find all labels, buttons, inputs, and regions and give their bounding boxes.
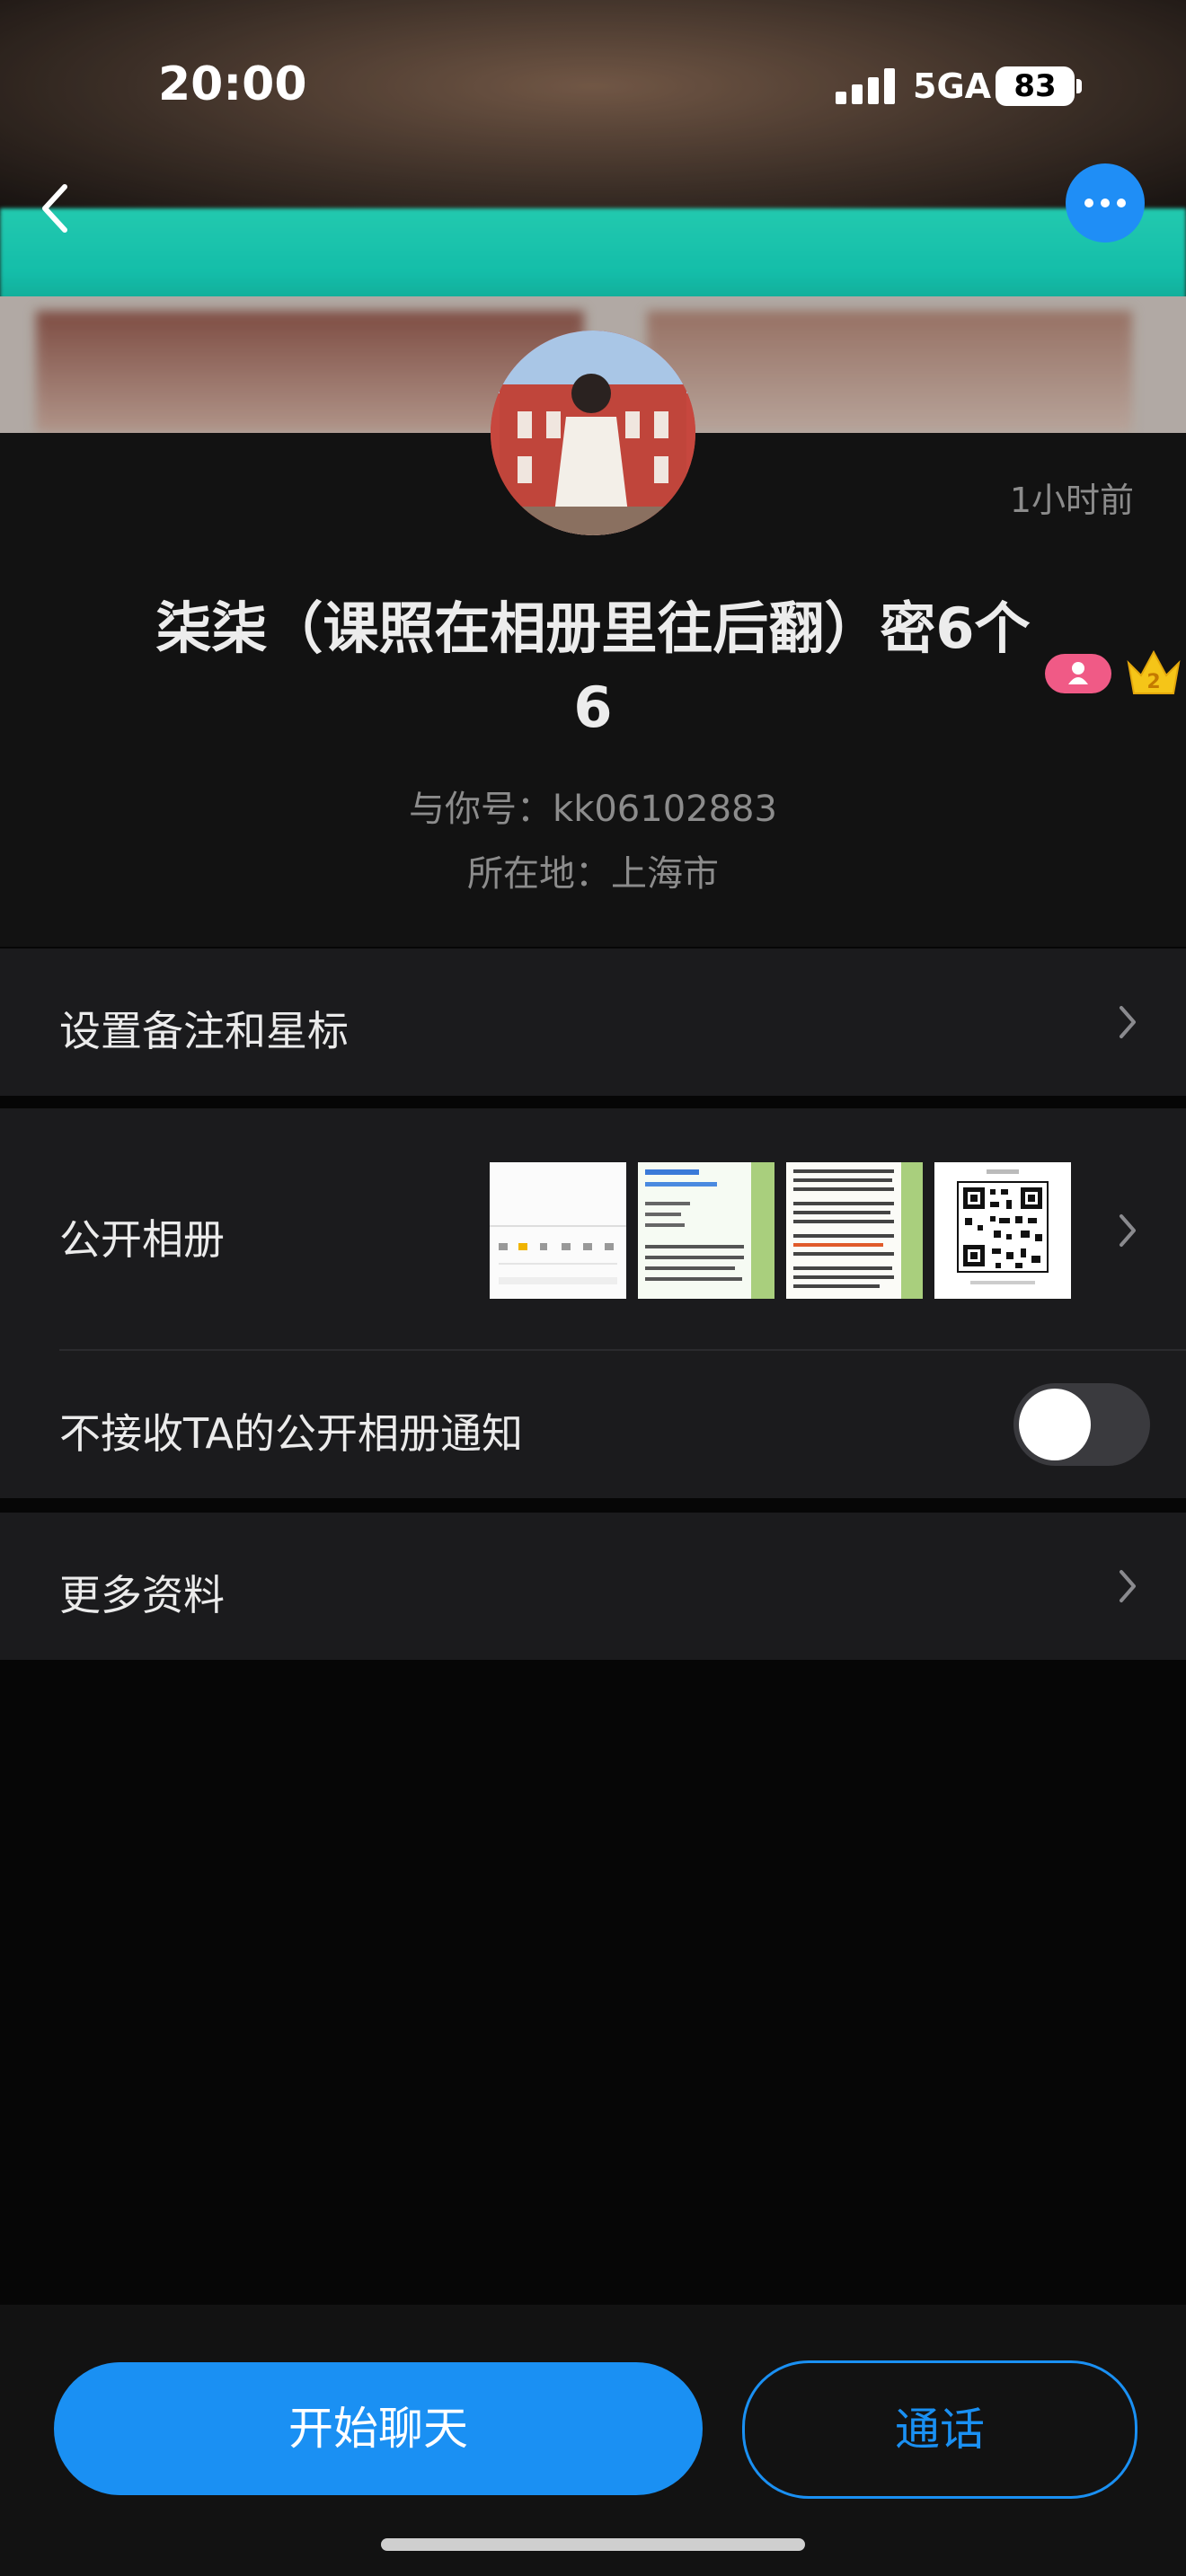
crown-level: 2 — [1146, 671, 1160, 693]
toggle-knob — [1019, 1389, 1091, 1460]
crown-icon[interactable]: 2 — [1125, 645, 1182, 699]
album-notify-toggle[interactable] — [1013, 1383, 1150, 1466]
status-time: 20:00 — [158, 57, 307, 111]
chevron-right-icon — [1120, 1006, 1136, 1038]
start-chat-button[interactable]: 开始聊天 — [54, 2362, 703, 2495]
album-thumbnail[interactable] — [934, 1162, 1071, 1299]
avatar[interactable] — [491, 331, 695, 535]
remark-star-row[interactable]: 设置备注和星标 — [0, 948, 1186, 1096]
album-thumbnail[interactable] — [490, 1162, 626, 1299]
signal-icon — [836, 68, 898, 104]
public-album-label: 公开相册 — [59, 1215, 225, 1264]
call-button[interactable]: 通话 — [742, 2360, 1137, 2499]
remark-star-label: 设置备注和星标 — [59, 1007, 349, 1055]
last-active-time: 1小时前 — [1009, 481, 1134, 520]
person-badge-icon[interactable] — [1045, 654, 1111, 693]
home-indicator[interactable] — [381, 2538, 805, 2551]
account-id: 与你号：kk06102883 — [409, 789, 777, 830]
album-notify-label: 不接收TA的公开相册通知 — [59, 1409, 523, 1458]
more-info-row[interactable]: 更多资料 — [0, 1513, 1186, 1660]
album-thumbnail[interactable] — [638, 1162, 774, 1299]
back-arrow-icon[interactable] — [36, 181, 75, 235]
nickname: 柒柒（课照在相册里往后翻）密6个6 — [155, 595, 1031, 740]
album-thumbnail[interactable] — [786, 1162, 923, 1299]
more-info-label: 更多资料 — [59, 1571, 225, 1619]
battery-icon: 83 — [996, 66, 1075, 106]
album-notify-row: 不接收TA的公开相册通知 — [0, 1351, 1186, 1498]
chevron-right-icon — [1120, 1570, 1136, 1602]
more-dots-icon[interactable] — [1066, 163, 1145, 243]
network-type: 5GA — [913, 66, 992, 106]
battery-tip — [1076, 79, 1082, 93]
chevron-right-icon — [1120, 1214, 1136, 1247]
location: 所在地：上海市 — [467, 853, 719, 895]
